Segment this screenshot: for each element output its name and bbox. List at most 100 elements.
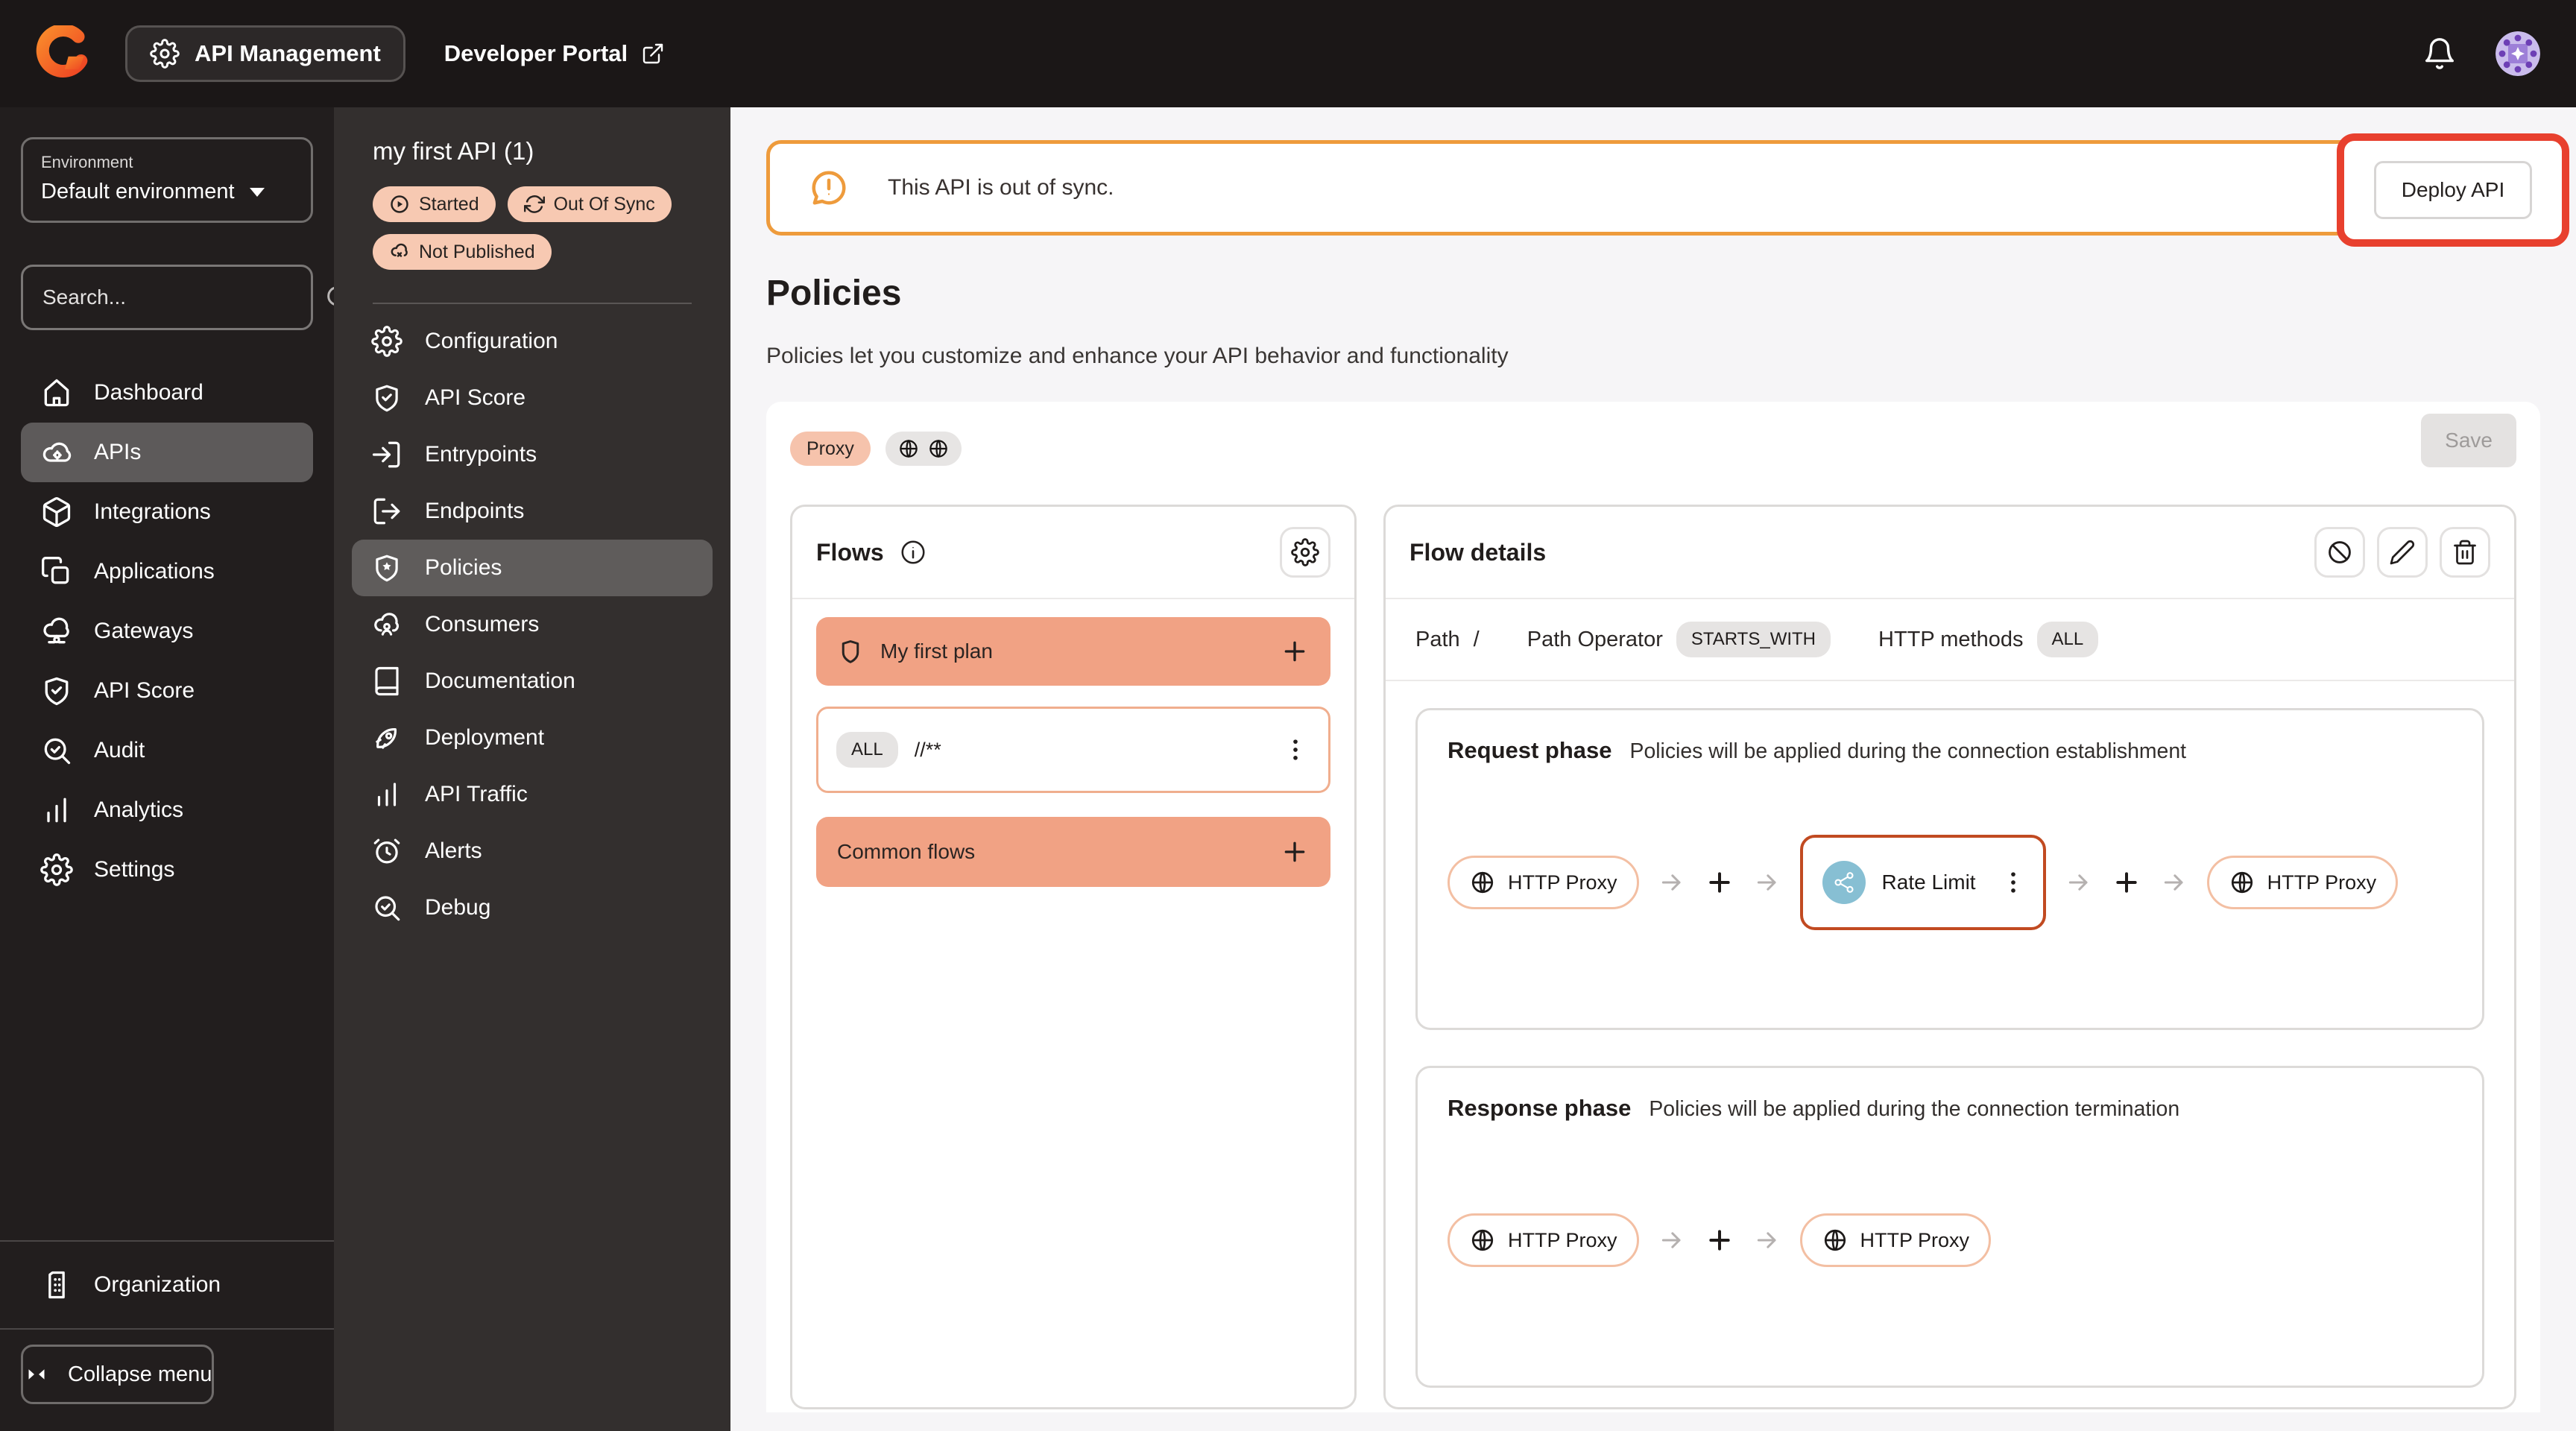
shield-check-icon xyxy=(371,382,402,414)
deploy-highlight-annotation: Deploy API xyxy=(2337,133,2569,247)
sidebar-item-organization[interactable]: Organization xyxy=(0,1242,334,1328)
api-sidebar: my first API (1) Started Out Of Sync Not… xyxy=(334,107,730,1431)
connector-http-proxy: HTTP Proxy xyxy=(1799,1213,1992,1267)
sidebar-item-label: APIs xyxy=(94,440,142,464)
sidebar-item-gateways[interactable]: Gateways xyxy=(21,601,313,661)
sidebar-item-audit[interactable]: Audit xyxy=(21,721,313,780)
kebab-menu-icon[interactable] xyxy=(1281,735,1310,765)
sidebar-item-applications[interactable]: Applications xyxy=(21,542,313,601)
flows-list: My first plan ALL //** Common flows xyxy=(792,599,1354,905)
api-sidebar-item-deployment[interactable]: Deployment xyxy=(352,710,713,766)
flow-list-item[interactable]: ALL //** xyxy=(816,707,1330,793)
environment-selector[interactable]: Environment Default environment xyxy=(21,137,313,223)
flows-settings-button[interactable] xyxy=(1280,527,1330,578)
api-sidebar-item-entrypoints[interactable]: Entrypoints xyxy=(352,426,713,483)
disable-flow-button[interactable] xyxy=(2314,527,2365,578)
collapse-menu-label: Collapse menu xyxy=(68,1362,212,1386)
sidebar-item-api-score[interactable]: API Score xyxy=(21,661,313,721)
api-sidebar-item-api-traffic[interactable]: API Traffic xyxy=(352,766,713,823)
add-policy-button[interactable] xyxy=(1705,868,1734,897)
proxy-chip: Proxy xyxy=(790,432,871,466)
add-policy-button[interactable] xyxy=(2112,868,2141,897)
gear-icon xyxy=(40,853,73,886)
environment-value: Default environment xyxy=(41,180,235,203)
app-switcher-button[interactable]: API Management xyxy=(125,25,405,82)
api-sidebar-item-configuration[interactable]: Configuration xyxy=(352,313,713,370)
save-button[interactable]: Save xyxy=(2421,414,2516,467)
api-sidebar-menu: Configuration API Score Entrypoints Endp… xyxy=(334,313,730,936)
api-sidebar-item-api-score[interactable]: API Score xyxy=(352,370,713,426)
bar-chart-icon xyxy=(371,779,402,810)
banner-message: This API is out of sync. xyxy=(888,175,1114,200)
api-sidebar-item-label: Deployment xyxy=(425,725,545,750)
sidebar-item-apis[interactable]: APIs xyxy=(21,423,313,482)
plan-name: My first plan xyxy=(880,639,993,663)
add-flow-icon[interactable] xyxy=(1280,636,1310,666)
bar-chart-icon xyxy=(40,794,73,827)
api-sidebar-item-debug[interactable]: Debug xyxy=(352,879,713,936)
developer-portal-label: Developer Portal xyxy=(443,40,628,66)
request-phase-description: Policies will be applied during the conn… xyxy=(1629,739,2187,763)
top-bar-actions xyxy=(2422,31,2540,76)
connector-http-proxy: HTTP Proxy xyxy=(1448,856,1639,909)
sidebar-item-label: Applications xyxy=(94,559,215,584)
gear-icon xyxy=(150,39,180,69)
notifications-bell-icon[interactable] xyxy=(2422,37,2457,71)
app-switcher-label: API Management xyxy=(195,40,381,66)
info-icon[interactable] xyxy=(899,538,927,566)
search-input[interactable] xyxy=(42,285,312,309)
common-flows-header[interactable]: Common flows xyxy=(816,817,1330,887)
api-sidebar-item-alerts[interactable]: Alerts xyxy=(352,823,713,879)
api-sidebar-item-policies[interactable]: Policies xyxy=(352,540,713,596)
warning-icon xyxy=(812,171,846,205)
shield-star-icon xyxy=(371,552,402,584)
edit-flow-button[interactable] xyxy=(2377,527,2428,578)
out-of-sync-banner: This API is out of sync. Deploy API xyxy=(766,133,2569,247)
sidebar-item-dashboard[interactable]: Dashboard xyxy=(21,363,313,423)
flow-path: //** xyxy=(914,738,941,761)
arrow-right-icon xyxy=(1752,1225,1782,1255)
kebab-menu-icon[interactable] xyxy=(1998,868,2028,897)
globe-icon xyxy=(897,437,920,460)
play-circle-icon xyxy=(389,194,410,215)
response-phase-chain: HTTP Proxy HTTP Proxy xyxy=(1448,1122,2452,1359)
request-phase-box: Request phase Policies will be applied d… xyxy=(1415,708,2484,1030)
response-phase-title: Response phase xyxy=(1448,1095,1632,1121)
http-methods-label: HTTP methods xyxy=(1878,627,2024,651)
api-sidebar-item-consumers[interactable]: Consumers xyxy=(352,596,713,653)
add-common-flow-icon[interactable] xyxy=(1280,837,1310,867)
deploy-api-button[interactable]: Deploy API xyxy=(2373,161,2533,219)
cloud-user-icon xyxy=(371,609,402,640)
cloud-gear-icon xyxy=(40,436,73,469)
sidebar-item-analytics[interactable]: Analytics xyxy=(21,780,313,840)
sidebar-item-label: Analytics xyxy=(94,797,184,822)
request-phase-title: Request phase xyxy=(1448,737,1612,763)
sidebar-item-integrations[interactable]: Integrations xyxy=(21,482,313,542)
entrypoints-chip xyxy=(885,432,962,466)
badge-label: Not Published xyxy=(419,241,535,262)
response-phase-box: Response phase Policies will be applied … xyxy=(1415,1066,2484,1388)
api-sidebar-item-documentation[interactable]: Documentation xyxy=(352,653,713,710)
user-avatar[interactable] xyxy=(2496,31,2540,76)
api-sidebar-item-label: Policies xyxy=(425,555,502,580)
collapse-menu-button[interactable]: Collapse menu xyxy=(21,1345,215,1404)
api-sidebar-item-label: Debug xyxy=(425,895,491,920)
flow-method-chip: ALL xyxy=(836,732,898,768)
api-sidebar-item-endpoints[interactable]: Endpoints xyxy=(352,483,713,540)
delete-flow-button[interactable] xyxy=(2440,527,2490,578)
sidebar-item-settings[interactable]: Settings xyxy=(21,840,313,900)
home-icon xyxy=(40,376,73,409)
add-policy-button[interactable] xyxy=(1705,1225,1734,1255)
gear-icon xyxy=(1291,538,1319,566)
flows-header: Flows xyxy=(792,507,1354,599)
policy-step-rate-limit[interactable]: Rate Limit xyxy=(1799,835,2046,930)
connector-http-proxy: HTTP Proxy xyxy=(2206,856,2399,909)
status-badge-started: Started xyxy=(373,186,496,222)
sidebar-menu: Dashboard APIs Integrations Applications… xyxy=(0,363,334,900)
flow-condition-row: Path / Path Operator STARTS_WITH HTTP me… xyxy=(1386,599,2514,681)
gear-icon xyxy=(371,326,402,357)
flow-details-panel: Flow details Path / Path Operator STARTS… xyxy=(1383,505,2516,1409)
plan-group-header[interactable]: My first plan xyxy=(816,617,1330,686)
developer-portal-link[interactable]: Developer Portal xyxy=(444,40,665,67)
policy-label: Rate Limit xyxy=(1881,871,1976,894)
